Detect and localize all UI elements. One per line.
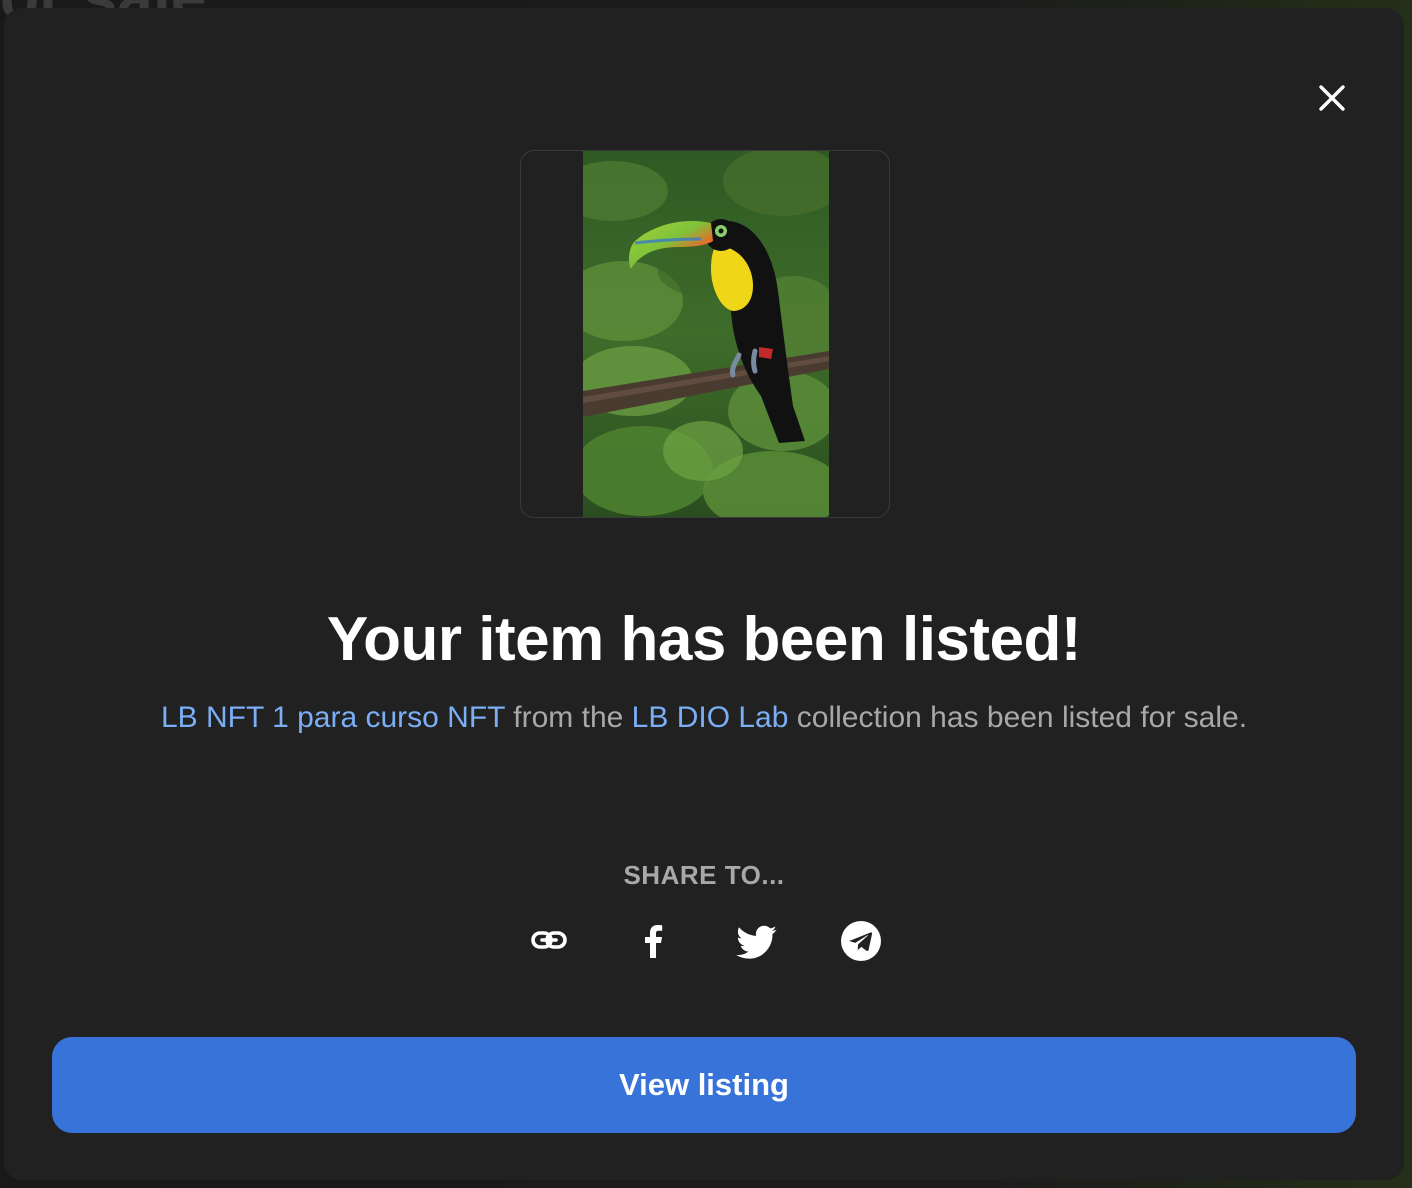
share-telegram-button[interactable] — [838, 918, 884, 964]
nft-image — [583, 151, 829, 517]
share-twitter-button[interactable] — [734, 918, 780, 964]
share-facebook-button[interactable] — [630, 918, 676, 964]
view-listing-button[interactable]: View listing — [52, 1037, 1356, 1133]
listing-success-modal: Your item has been listed! LB NFT 1 para… — [4, 8, 1404, 1180]
telegram-icon — [841, 921, 881, 961]
nft-preview-frame — [520, 150, 890, 518]
collection-name-link[interactable]: LB DIO Lab — [632, 701, 789, 734]
link-icon — [531, 931, 567, 949]
description-text-1: from the — [504, 701, 632, 734]
twitter-icon — [736, 925, 777, 959]
item-name-link[interactable]: LB NFT 1 para curso NFT — [161, 701, 505, 734]
close-icon — [1319, 85, 1345, 111]
share-copy-link-button[interactable] — [526, 918, 572, 964]
share-label: SHARE TO... — [623, 860, 785, 890]
share-buttons — [520, 918, 890, 964]
close-button[interactable] — [1312, 78, 1352, 118]
description-text-2: collection has been listed for sale. — [788, 701, 1248, 734]
listing-description: LB NFT 1 para curso NFT from the LB DIO … — [124, 694, 1284, 742]
facebook-icon — [645, 925, 663, 958]
modal-title: Your item has been listed! — [326, 605, 1082, 674]
